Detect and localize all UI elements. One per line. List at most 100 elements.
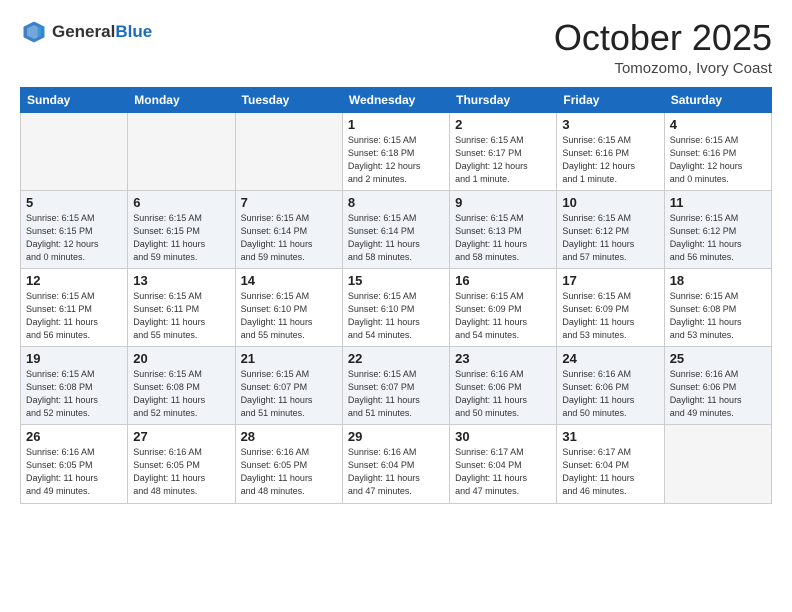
day-number: 27 — [133, 429, 229, 444]
calendar-cell: 30 Sunrise: 6:17 AM Sunset: 6:04 PM Dayli… — [450, 425, 557, 503]
calendar-cell: 22 Sunrise: 6:15 AM Sunset: 6:07 PM Dayli… — [342, 347, 449, 425]
day-info: Sunrise: 6:16 AM Sunset: 6:06 PM Dayligh… — [562, 368, 658, 420]
calendar-cell: 26 Sunrise: 6:16 AM Sunset: 6:05 PM Dayli… — [21, 425, 128, 503]
day-info: Sunrise: 6:15 AM Sunset: 6:07 PM Dayligh… — [348, 368, 444, 420]
calendar-cell — [128, 112, 235, 190]
location-subtitle: Tomozomo, Ivory Coast — [554, 60, 772, 77]
day-info: Sunrise: 6:15 AM Sunset: 6:08 PM Dayligh… — [26, 368, 122, 420]
logo-general: General — [52, 22, 115, 41]
calendar-cell: 19 Sunrise: 6:15 AM Sunset: 6:08 PM Dayli… — [21, 347, 128, 425]
day-number: 17 — [562, 273, 658, 288]
day-number: 16 — [455, 273, 551, 288]
weekday-header-monday: Monday — [128, 87, 235, 112]
day-info: Sunrise: 6:16 AM Sunset: 6:04 PM Dayligh… — [348, 446, 444, 498]
calendar-cell: 2 Sunrise: 6:15 AM Sunset: 6:17 PM Daylig… — [450, 112, 557, 190]
day-info: Sunrise: 6:17 AM Sunset: 6:04 PM Dayligh… — [455, 446, 551, 498]
weekday-header-friday: Friday — [557, 87, 664, 112]
day-number: 9 — [455, 195, 551, 210]
logo: GeneralBlue — [20, 18, 152, 46]
day-number: 12 — [26, 273, 122, 288]
weekday-header-wednesday: Wednesday — [342, 87, 449, 112]
week-row-3: 12 Sunrise: 6:15 AM Sunset: 6:11 PM Dayli… — [21, 268, 772, 346]
calendar-cell — [21, 112, 128, 190]
weekday-header-saturday: Saturday — [664, 87, 771, 112]
day-number: 19 — [26, 351, 122, 366]
day-info: Sunrise: 6:15 AM Sunset: 6:09 PM Dayligh… — [455, 290, 551, 342]
day-info: Sunrise: 6:15 AM Sunset: 6:08 PM Dayligh… — [670, 290, 766, 342]
calendar-cell: 1Sunrise: 6:15 AM Sunset: 6:18 PM Daylig… — [342, 112, 449, 190]
calendar-cell: 25 Sunrise: 6:16 AM Sunset: 6:06 PM Dayli… — [664, 347, 771, 425]
weekday-header-row: SundayMondayTuesdayWednesdayThursdayFrid… — [21, 87, 772, 112]
title-block: October 2025 Tomozomo, Ivory Coast — [554, 18, 772, 77]
calendar-cell: 23 Sunrise: 6:16 AM Sunset: 6:06 PM Dayli… — [450, 347, 557, 425]
day-info: Sunrise: 6:15 AM Sunset: 6:09 PM Dayligh… — [562, 290, 658, 342]
calendar-table: SundayMondayTuesdayWednesdayThursdayFrid… — [20, 87, 772, 504]
day-info: Sunrise: 6:15 AM Sunset: 6:11 PM Dayligh… — [26, 290, 122, 342]
day-info: Sunrise: 6:15 AM Sunset: 6:08 PM Dayligh… — [133, 368, 229, 420]
day-info: Sunrise: 6:15 AM Sunset: 6:07 PM Dayligh… — [241, 368, 337, 420]
day-number: 6 — [133, 195, 229, 210]
day-number: 15 — [348, 273, 444, 288]
day-info: Sunrise: 6:15 AM Sunset: 6:10 PM Dayligh… — [241, 290, 337, 342]
header: GeneralBlue October 2025 Tomozomo, Ivory… — [20, 18, 772, 77]
calendar-cell: 13 Sunrise: 6:15 AM Sunset: 6:11 PM Dayli… — [128, 268, 235, 346]
day-number: 30 — [455, 429, 551, 444]
day-number: 29 — [348, 429, 444, 444]
day-number: 5 — [26, 195, 122, 210]
day-number: 24 — [562, 351, 658, 366]
day-number: 2 — [455, 117, 551, 132]
calendar-cell: 6 Sunrise: 6:15 AM Sunset: 6:15 PM Daylig… — [128, 190, 235, 268]
logo-icon — [20, 18, 48, 46]
day-info: Sunrise: 6:16 AM Sunset: 6:05 PM Dayligh… — [241, 446, 337, 498]
day-info: Sunrise: 6:15 AM Sunset: 6:17 PM Dayligh… — [455, 134, 551, 186]
day-number: 23 — [455, 351, 551, 366]
week-row-4: 19 Sunrise: 6:15 AM Sunset: 6:08 PM Dayli… — [21, 347, 772, 425]
day-number: 31 — [562, 429, 658, 444]
day-number: 11 — [670, 195, 766, 210]
day-info: Sunrise: 6:15 AM Sunset: 6:16 PM Dayligh… — [670, 134, 766, 186]
calendar-cell: 31 Sunrise: 6:17 AM Sunset: 6:04 PM Dayli… — [557, 425, 664, 503]
week-row-5: 26 Sunrise: 6:16 AM Sunset: 6:05 PM Dayli… — [21, 425, 772, 503]
calendar-cell: 4 Sunrise: 6:15 AM Sunset: 6:16 PM Daylig… — [664, 112, 771, 190]
logo-blue: Blue — [115, 22, 152, 41]
day-number: 25 — [670, 351, 766, 366]
day-info: Sunrise: 6:16 AM Sunset: 6:06 PM Dayligh… — [670, 368, 766, 420]
day-number: 26 — [26, 429, 122, 444]
calendar-cell: 18 Sunrise: 6:15 AM Sunset: 6:08 PM Dayli… — [664, 268, 771, 346]
calendar-cell: 9 Sunrise: 6:15 AM Sunset: 6:13 PM Daylig… — [450, 190, 557, 268]
calendar-cell: 12 Sunrise: 6:15 AM Sunset: 6:11 PM Dayli… — [21, 268, 128, 346]
calendar-cell: 24 Sunrise: 6:16 AM Sunset: 6:06 PM Dayli… — [557, 347, 664, 425]
calendar-cell: 7Sunrise: 6:15 AM Sunset: 6:14 PM Daylig… — [235, 190, 342, 268]
day-info: Sunrise: 6:15 AM Sunset: 6:11 PM Dayligh… — [133, 290, 229, 342]
calendar-cell: 20 Sunrise: 6:15 AM Sunset: 6:08 PM Dayli… — [128, 347, 235, 425]
day-number: 13 — [133, 273, 229, 288]
day-number: 4 — [670, 117, 766, 132]
day-info: Sunrise: 6:15 AM Sunset: 6:12 PM Dayligh… — [670, 212, 766, 264]
day-info: Sunrise: 6:15 AM Sunset: 6:15 PM Dayligh… — [26, 212, 122, 264]
calendar-cell: 21 Sunrise: 6:15 AM Sunset: 6:07 PM Dayli… — [235, 347, 342, 425]
day-info: Sunrise: 6:17 AM Sunset: 6:04 PM Dayligh… — [562, 446, 658, 498]
day-number: 18 — [670, 273, 766, 288]
weekday-header-sunday: Sunday — [21, 87, 128, 112]
day-number: 22 — [348, 351, 444, 366]
day-info: Sunrise: 6:15 AM Sunset: 6:14 PM Dayligh… — [348, 212, 444, 264]
day-number: 20 — [133, 351, 229, 366]
calendar-cell: 15 Sunrise: 6:15 AM Sunset: 6:10 PM Dayli… — [342, 268, 449, 346]
day-info: Sunrise: 6:16 AM Sunset: 6:05 PM Dayligh… — [26, 446, 122, 498]
day-number: 3 — [562, 117, 658, 132]
day-number: 21 — [241, 351, 337, 366]
week-row-1: 1Sunrise: 6:15 AM Sunset: 6:18 PM Daylig… — [21, 112, 772, 190]
day-info: Sunrise: 6:15 AM Sunset: 6:10 PM Dayligh… — [348, 290, 444, 342]
day-info: Sunrise: 6:15 AM Sunset: 6:15 PM Dayligh… — [133, 212, 229, 264]
day-info: Sunrise: 6:16 AM Sunset: 6:05 PM Dayligh… — [133, 446, 229, 498]
day-info: Sunrise: 6:15 AM Sunset: 6:13 PM Dayligh… — [455, 212, 551, 264]
calendar-cell: 27 Sunrise: 6:16 AM Sunset: 6:05 PM Dayli… — [128, 425, 235, 503]
day-info: Sunrise: 6:15 AM Sunset: 6:12 PM Dayligh… — [562, 212, 658, 264]
day-info: Sunrise: 6:16 AM Sunset: 6:06 PM Dayligh… — [455, 368, 551, 420]
calendar-cell: 5 Sunrise: 6:15 AM Sunset: 6:15 PM Daylig… — [21, 190, 128, 268]
calendar-cell: 11 Sunrise: 6:15 AM Sunset: 6:12 PM Dayli… — [664, 190, 771, 268]
day-number: 10 — [562, 195, 658, 210]
calendar-cell: 17 Sunrise: 6:15 AM Sunset: 6:09 PM Dayli… — [557, 268, 664, 346]
day-info: Sunrise: 6:15 AM Sunset: 6:14 PM Dayligh… — [241, 212, 337, 264]
calendar-cell — [235, 112, 342, 190]
